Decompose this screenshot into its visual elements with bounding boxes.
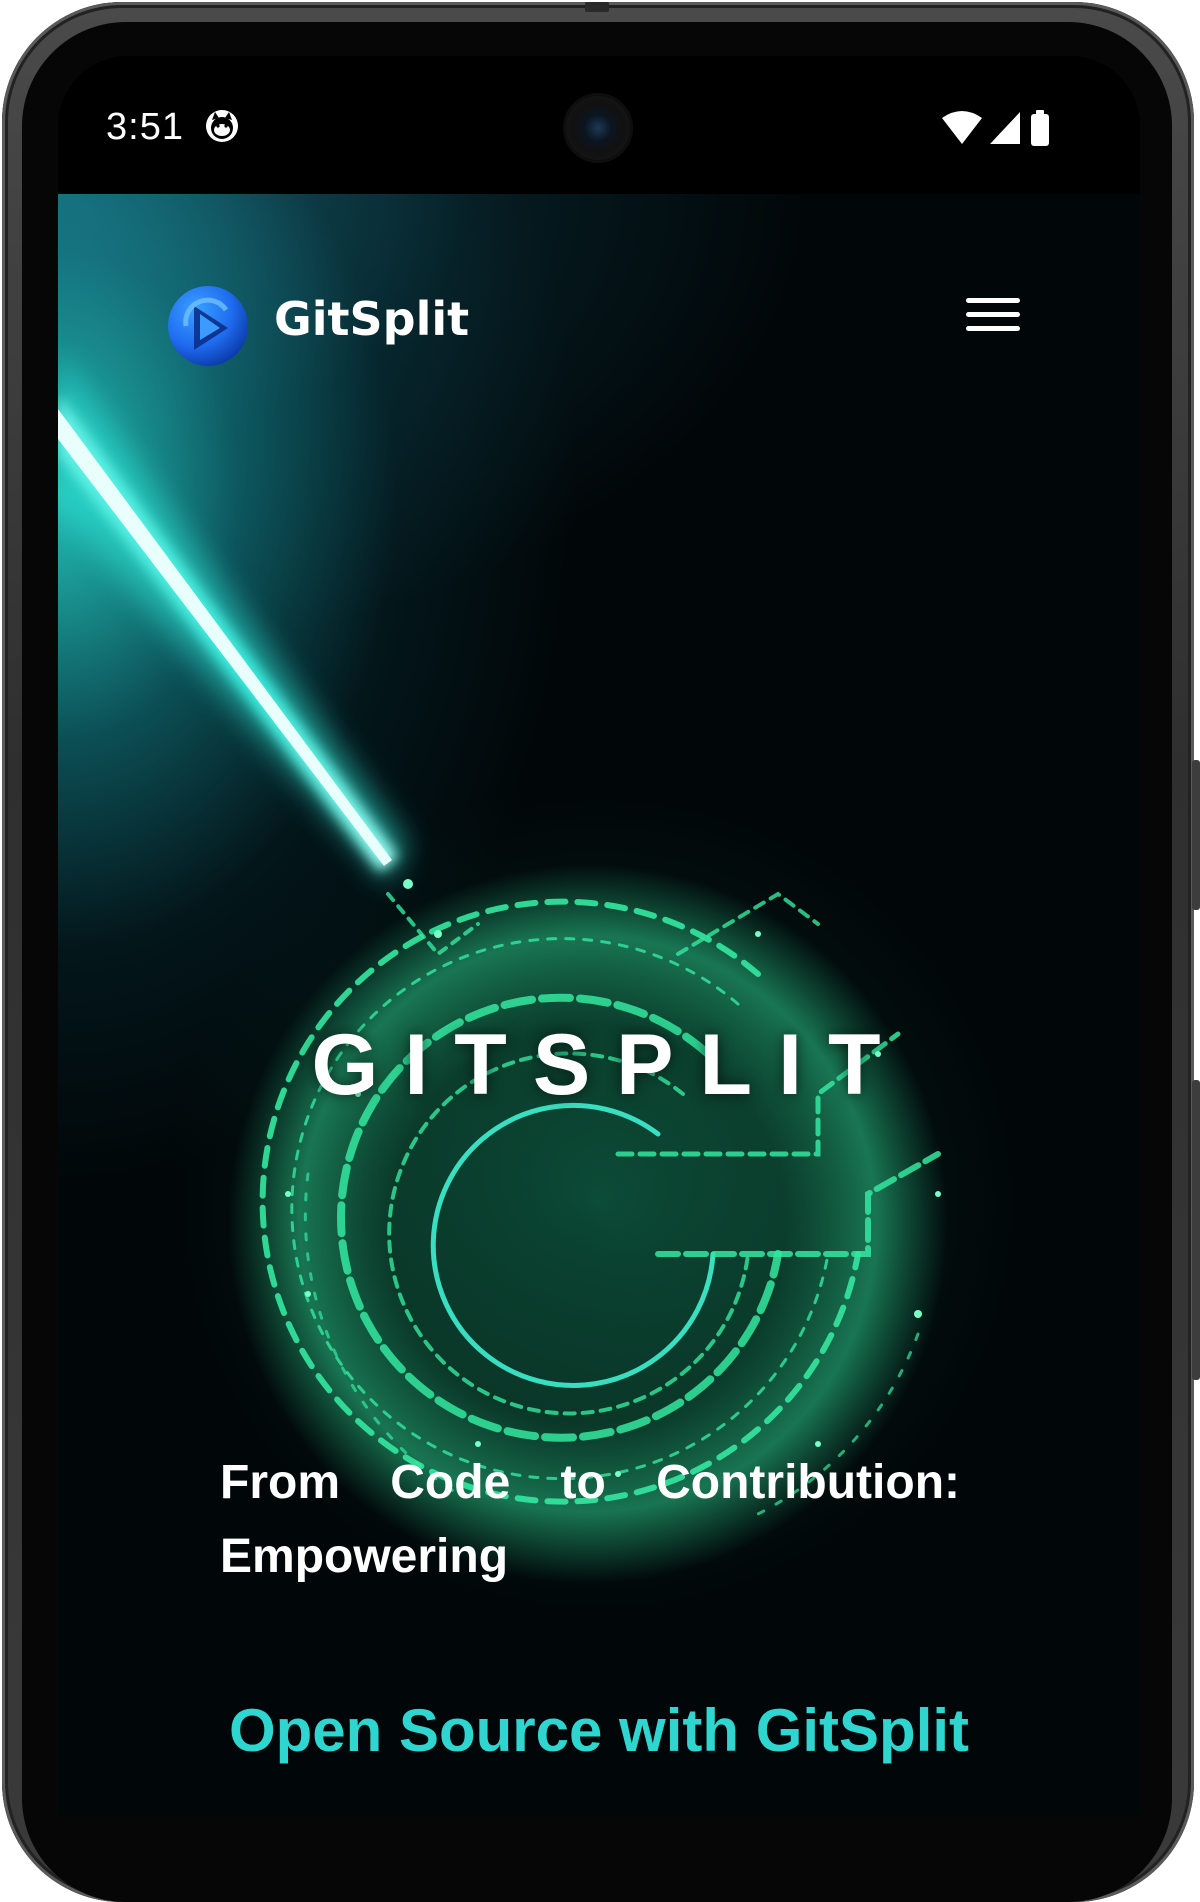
status-time: 3:51 [106,106,184,148]
screen: 3:51 GitSplit GITSPLIT From Code to Cont… [58,56,1140,1816]
battery-icon [1031,110,1049,146]
light-beam-core [58,409,392,866]
volume-button [1192,1080,1200,1380]
gitsplit-logo-icon[interactable] [166,284,250,368]
cat-notification-icon [206,110,238,142]
cellular-signal-icon [990,112,1020,144]
hero-accent-text: Open Source with GitSplit [228,1697,970,1764]
menu-line [966,312,1020,317]
hero-section: GitSplit GITSPLIT From Code to Contribut… [58,194,1140,1816]
status-icons [942,110,1049,146]
phone-frame: 3:51 GitSplit GITSPLIT From Code to Cont… [0,0,1200,1902]
hero-subtitle: From Code to Contribution: Empowering [220,1446,960,1594]
menu-line [966,326,1020,331]
power-button [1192,760,1200,910]
status-bar: 3:51 [58,56,1140,194]
top-antenna-line [585,2,609,12]
hamburger-menu-icon[interactable] [966,298,1022,342]
brand-name[interactable]: GitSplit [274,292,469,346]
hero-subtitle-line-1: From Code to Contribution: [220,1456,960,1509]
top-navigation: GitSplit [58,194,1140,404]
hero-title: GITSPLIT [311,1017,907,1113]
hero-subtitle-line-2: Empowering [220,1530,509,1583]
front-camera [566,96,630,160]
wifi-icon [942,111,982,144]
menu-line [966,298,1020,303]
